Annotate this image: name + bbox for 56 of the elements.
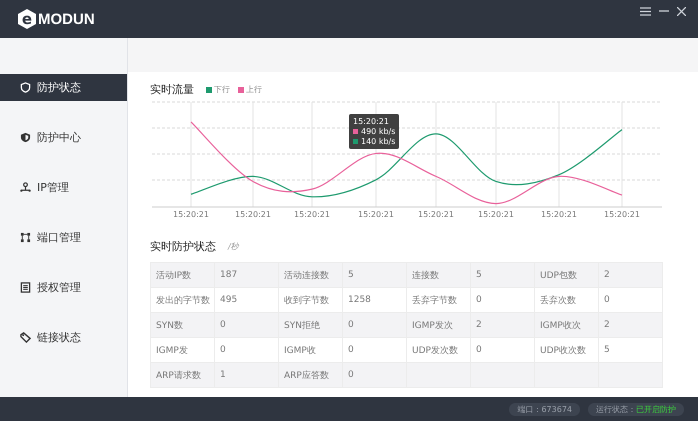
axis-label: 15:20:21 — [173, 210, 209, 219]
shield-icon — [20, 132, 31, 143]
table-cell: 0 — [342, 362, 406, 388]
status-label: 运行状态： — [596, 404, 636, 414]
legend-item: 下行 — [206, 84, 230, 95]
table-cell: 活动连接数 — [278, 262, 342, 288]
tag-icon — [20, 332, 31, 343]
axis-label: 15:20:21 — [478, 210, 514, 219]
logo-text: MODUN — [38, 10, 95, 28]
unit-label: /秒 — [228, 241, 239, 252]
status-value: 已开启防护 — [636, 404, 676, 414]
table-cell: SYN拒绝 — [278, 312, 342, 338]
sidebar-item[interactable]: IP管理 — [0, 174, 127, 201]
logo-mark: e — [18, 9, 36, 29]
tooltip-value: 140 kb/s — [353, 137, 396, 146]
table-cell: 5 — [470, 262, 534, 288]
port-badge: 端口：673674 — [509, 402, 580, 416]
table-cell: 1 — [214, 362, 278, 388]
sidebar-item[interactable]: 防护状态 — [0, 74, 127, 101]
table-cell: 2 — [598, 312, 662, 338]
menu-icon[interactable] — [640, 6, 651, 16]
document-icon — [20, 282, 31, 293]
table-cell: UDP包数 — [534, 262, 598, 288]
sidebar-item[interactable]: 端口管理 — [0, 224, 127, 251]
table-cell: 0 — [342, 312, 406, 338]
minimize-icon[interactable] — [659, 10, 669, 12]
axis-label: 15:20:21 — [604, 210, 640, 219]
table-cell: 0 — [214, 312, 278, 338]
network-icon — [20, 182, 31, 193]
axis-label: 15:20:21 — [418, 210, 454, 219]
table-cell: 连接数 — [406, 262, 470, 288]
sidebar-item[interactable]: 防护中心 — [0, 124, 127, 151]
nodes-icon — [20, 232, 31, 243]
axis-label: 15:20:21 — [541, 210, 577, 219]
table-cell: 活动IP数 — [150, 262, 214, 288]
table-cell: ARP应答数 — [278, 362, 342, 388]
sidebar-item[interactable]: 授权管理 — [0, 274, 127, 301]
table-cell: IGMP发次 — [406, 312, 470, 338]
table-cell: 2 — [598, 262, 662, 288]
table-cell: ARP请求数 — [150, 362, 214, 388]
table-cell: SYN数 — [150, 312, 214, 338]
tooltip-value: 490 kb/s — [353, 127, 396, 136]
table-cell: 2 — [470, 312, 534, 338]
axis-label: 15:20:21 — [358, 210, 394, 219]
table-cell: 5 — [342, 262, 406, 288]
section-title: 实时防护状态 — [150, 239, 216, 254]
legend-item: 上行 — [238, 84, 262, 95]
sidebar-item[interactable]: 链接状态 — [0, 324, 127, 351]
table-cell: 187 — [214, 262, 278, 288]
shield-icon — [20, 82, 31, 93]
close-icon[interactable] — [677, 6, 686, 16]
table-cell: IGMP收次 — [534, 312, 598, 338]
tooltip-time: 15:20:21 — [353, 117, 390, 126]
axis-label: 15:20:21 — [235, 210, 271, 219]
section-title: 实时流量 — [150, 82, 194, 97]
axis-label: 15:20:21 — [294, 210, 330, 219]
